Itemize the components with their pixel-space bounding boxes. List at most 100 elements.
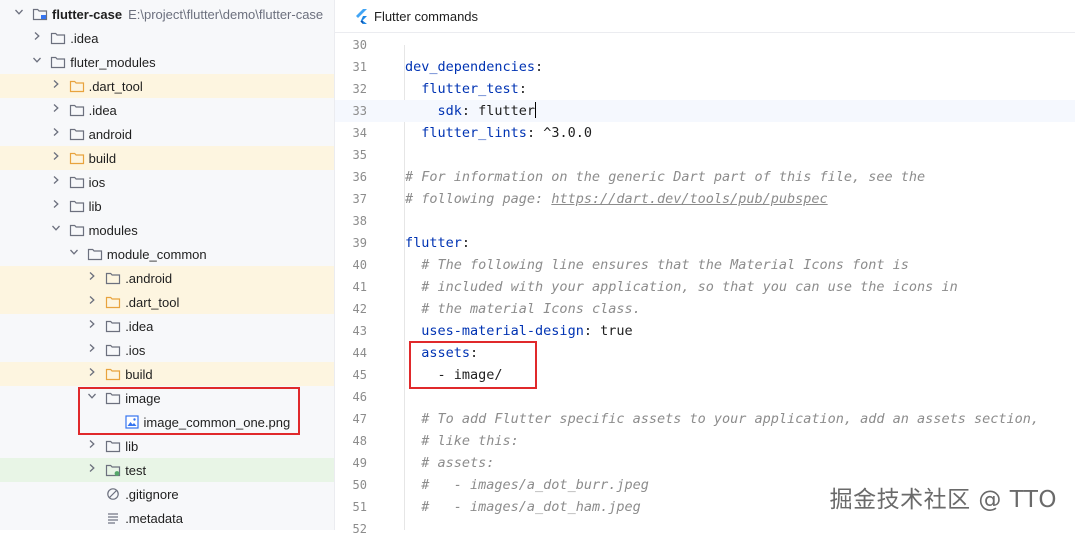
folder-test-icon [105, 463, 121, 477]
code-text: assets: [405, 342, 478, 364]
tree-item-label: .dart_tool [125, 294, 180, 310]
chevron-right-icon[interactable] [85, 271, 99, 285]
code-token: # The following line ensures that the Ma… [421, 257, 909, 273]
tree-item-label: build [125, 366, 153, 382]
code-line[interactable]: 43 uses-material-design: true [335, 320, 1075, 342]
code-line[interactable]: 48 # like this: [335, 430, 1075, 452]
code-line[interactable]: 35 [335, 144, 1075, 166]
tree-item[interactable]: .idea [0, 314, 334, 338]
code-line[interactable]: 41 # included with your application, so … [335, 276, 1075, 298]
line-number: 48 [352, 434, 367, 448]
code-line[interactable]: 32 flutter_test: [335, 78, 1075, 100]
tree-item-label: modules [88, 222, 138, 238]
code-line[interactable]: 37 # following page: https://dart.dev/too… [335, 188, 1075, 210]
chevron-down-icon[interactable] [67, 247, 81, 261]
code-line[interactable]: 36 # For information on the generic Dart … [335, 166, 1075, 188]
tree-item[interactable]: .idea [0, 98, 334, 122]
folder-excluded-icon [69, 151, 85, 165]
code-line[interactable]: 31 dev_dependencies: [335, 56, 1075, 78]
tree-item[interactable]: test [0, 458, 334, 482]
chevron-right-icon[interactable] [85, 463, 99, 477]
chevron-right-icon[interactable] [85, 295, 99, 309]
tree-item[interactable]: image_common_one.png [0, 410, 334, 434]
chevron-right-icon[interactable] [49, 175, 63, 189]
tree-item[interactable]: module_common [0, 242, 334, 266]
chevron-right-icon[interactable] [49, 151, 63, 165]
tree-item[interactable]: .android [0, 266, 334, 290]
code-token: # the material Icons class. [421, 301, 641, 317]
chevron-down-icon[interactable] [85, 391, 99, 405]
chevron-down-icon[interactable] [12, 7, 26, 21]
code-line[interactable]: 42 # the material Icons class. [335, 298, 1075, 320]
chevron-right-icon[interactable] [85, 367, 99, 381]
tree-item[interactable]: lib [0, 194, 334, 218]
chevron-down-icon[interactable] [49, 223, 63, 237]
tree-item[interactable]: flutter-case E:\project\flutter\demo\flut… [0, 2, 334, 26]
tree-item[interactable]: build [0, 362, 334, 386]
code-line[interactable]: 47 # To add Flutter specific assets to y… [335, 408, 1075, 430]
code-line[interactable]: 30 [335, 34, 1075, 56]
code-line[interactable]: 44 assets: [335, 342, 1075, 364]
code-editor[interactable]: Flutter commands 30 31 dev_dependencies: 32… [335, 0, 1075, 536]
tree-item[interactable]: .gitignore [0, 482, 334, 506]
project-path: E:\project\flutter\demo\flutter-case [128, 6, 324, 22]
line-number: 38 [352, 214, 367, 228]
chevron-down-icon[interactable] [30, 55, 44, 69]
chevron-right-icon[interactable] [49, 199, 63, 213]
tree-item[interactable]: .ios [0, 338, 334, 362]
tree-item[interactable]: build [0, 146, 334, 170]
code-line[interactable]: 39 flutter: [335, 232, 1075, 254]
code-text: # assets: [405, 452, 494, 474]
code-token: sdk [437, 103, 462, 119]
line-number: 37 [352, 192, 367, 206]
folder-icon [105, 343, 121, 357]
code-line[interactable]: 52 [335, 518, 1075, 540]
chevron-right-icon[interactable] [30, 31, 44, 45]
chevron-right-icon[interactable] [49, 127, 63, 141]
code-text: dev_dependencies: [405, 56, 543, 78]
tree-item[interactable]: lib [0, 434, 334, 458]
folder-icon [105, 319, 121, 333]
code-line[interactable]: 40 # The following line ensures that the… [335, 254, 1075, 276]
folder-icon [50, 55, 66, 69]
code-line[interactable]: 34 flutter_lints: ^3.0.0 [335, 122, 1075, 144]
tree-item[interactable]: .idea [0, 26, 334, 50]
line-number: 33 [352, 104, 367, 118]
flutter-logo-icon [356, 8, 367, 24]
folder-icon [69, 199, 85, 213]
tree-item[interactable]: .dart_tool [0, 74, 334, 98]
code-text: uses-material-design: true [405, 320, 632, 342]
line-number: 34 [352, 126, 367, 140]
chevron-right-icon[interactable] [49, 103, 63, 117]
tree-item[interactable]: image [0, 386, 334, 410]
flutter-commands-button[interactable]: Flutter commands [355, 8, 478, 24]
chevron-right-icon[interactable] [85, 319, 99, 333]
code-text: flutter_test: [405, 78, 527, 100]
code-line[interactable]: 46 [335, 386, 1075, 408]
code-line[interactable]: 33 sdk: flutter [335, 100, 1075, 122]
code-text: - image/ [405, 364, 503, 386]
tree-item[interactable]: modules [0, 218, 334, 242]
tree-item-label: image_common_one.png [143, 414, 291, 430]
code-text: # included with your application, so tha… [405, 276, 957, 298]
folder-icon [69, 127, 85, 141]
tree-item[interactable]: ios [0, 170, 334, 194]
code-text: # To add Flutter specific assets to your… [405, 408, 1039, 430]
folder-icon [87, 247, 103, 261]
chevron-right-icon[interactable] [85, 343, 99, 357]
line-number: 35 [352, 148, 367, 162]
tree-item[interactable]: .dart_tool [0, 290, 334, 314]
tree-item[interactable]: android [0, 122, 334, 146]
chevron-right-icon[interactable] [85, 439, 99, 453]
code-line[interactable]: 45 - image/ [335, 364, 1075, 386]
code-line[interactable]: 49 # assets: [335, 452, 1075, 474]
code-line[interactable]: 38 [335, 210, 1075, 232]
code-token: # To add Flutter specific assets to your… [421, 411, 1039, 427]
tree-item[interactable]: .metadata [0, 506, 334, 530]
tree-item[interactable]: fluter_modules [0, 50, 334, 74]
chevron-right-icon[interactable] [49, 79, 63, 93]
tree-item-label: fluter_modules [70, 54, 156, 70]
